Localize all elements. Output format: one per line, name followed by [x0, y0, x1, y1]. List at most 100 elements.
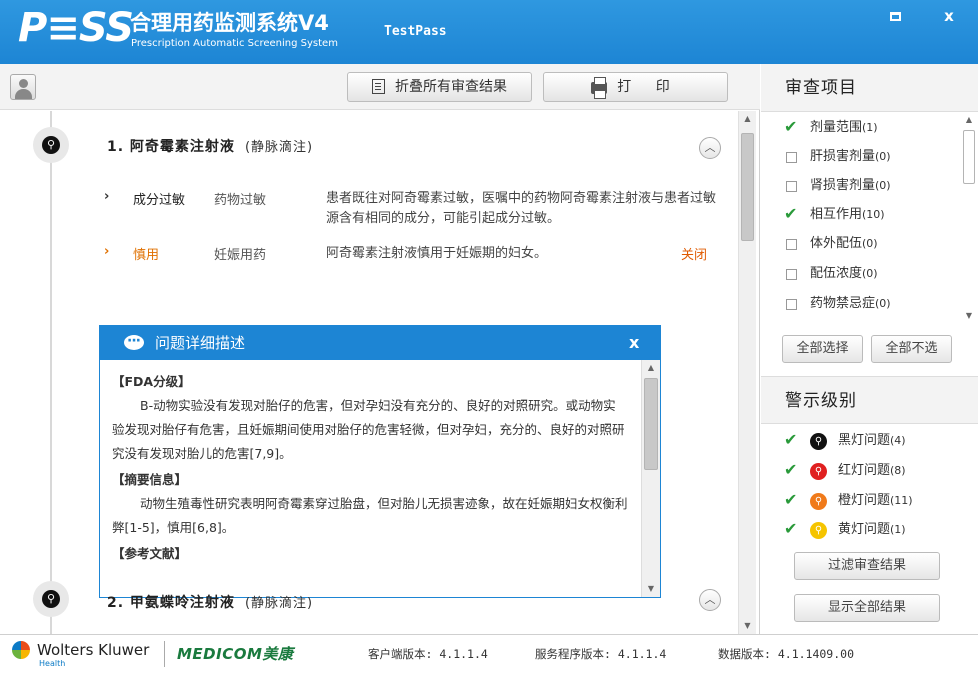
server-version: 服务程序版本: 4.1.1.4	[535, 647, 667, 661]
app-logo: P≡SS	[18, 5, 134, 51]
filter-results-button[interactable]: 过滤审查结果	[794, 552, 940, 580]
scroll-up-icon[interactable]: ▲	[961, 112, 977, 128]
collapse-all-label: 折叠所有审查结果	[395, 79, 507, 95]
wolters-kluwer-name: Wolters Kluwer	[37, 641, 150, 659]
checkbox[interactable]	[784, 430, 797, 450]
scroll-up-icon[interactable]: ▲	[642, 360, 660, 376]
popup-scrollbar[interactable]: ▲ ▼	[641, 360, 660, 597]
scrollbar-thumb[interactable]	[741, 133, 754, 241]
wolters-kluwer-logo-icon	[12, 641, 30, 659]
item-label: 黄灯问题	[838, 522, 891, 537]
item-count: (0)	[862, 237, 878, 250]
print-button[interactable]: 打 印	[543, 72, 728, 102]
yellow-light-icon: ⚲	[810, 522, 827, 539]
black-light-icon: ⚲	[42, 590, 60, 608]
scroll-down-icon[interactable]: ▼	[961, 308, 977, 324]
app-subtitle: Prescription Automatic Screening System	[131, 38, 338, 49]
item-label: 黑灯问题	[838, 433, 891, 448]
level-label: 黄灯问题(1)	[838, 520, 906, 540]
collapse-all-button[interactable]: 折叠所有审查结果	[347, 72, 532, 102]
checkbox[interactable]	[786, 152, 797, 163]
printer-icon	[591, 77, 608, 99]
medicom-logo: MEDICOM美康	[177, 645, 294, 663]
item-label: 肾损害剂量	[810, 178, 876, 193]
summary-heading: 【摘要信息】	[112, 472, 188, 487]
close-detail-link[interactable]: 关闭	[681, 244, 707, 263]
item-label: 体外配伍	[810, 236, 863, 251]
collapse-drug-2-button[interactable]: ︿	[699, 589, 721, 611]
scrollbar-thumb[interactable]	[963, 130, 975, 184]
review-item-label: 体外配伍(0)	[810, 234, 878, 254]
scrollbar-thumb[interactable]	[644, 378, 658, 470]
checkbox[interactable]	[784, 519, 797, 539]
show-all-results-button[interactable]: 显示全部结果	[794, 594, 940, 622]
review-item-label: 剂量范围(1)	[810, 118, 878, 138]
item-count: (0)	[875, 150, 891, 163]
patient-avatar-button[interactable]	[10, 74, 36, 100]
issue-description: 阿奇霉素注射液慎用于妊娠期的妇女。	[326, 246, 548, 261]
issue-type: 慎用	[133, 248, 160, 263]
level-node-drug-1: ⚲	[33, 127, 69, 163]
maximize-icon	[889, 12, 901, 21]
avatar-icon	[19, 79, 28, 88]
level-label: 黑灯问题(4)	[838, 431, 906, 451]
scroll-down-icon[interactable]: ▼	[642, 581, 660, 597]
red-light-icon: ⚲	[810, 463, 827, 480]
review-item-label: 药物禁忌症(0)	[810, 294, 891, 314]
chevron-up-icon: ︿	[704, 593, 716, 606]
checkbox[interactable]	[784, 460, 797, 480]
issue-detail-popup: 问题详细描述 x 【FDA分级】 B-动物实验没有发现对胎仔的危害，但对孕妇没有…	[99, 324, 661, 598]
maximize-button[interactable]	[876, 0, 914, 34]
filter-pane: 审查项目 剂量范围(1) 肝损害剂量(0) 肾损害剂量(0) 相互作用(10) …	[761, 64, 978, 634]
item-count: (11)	[890, 494, 913, 507]
item-count: (1)	[890, 523, 906, 536]
item-count: (1)	[862, 121, 878, 134]
orange-light-icon: ⚲	[810, 493, 827, 510]
item-count: (0)	[875, 179, 891, 192]
scroll-up-icon[interactable]: ▲	[739, 111, 756, 127]
drug-route: (静脉滴注)	[244, 140, 314, 155]
chat-bubble-icon	[124, 324, 144, 358]
warning-levels-heading: 警示级别	[761, 376, 978, 424]
drug-title-2: 2. 甲氨蝶呤注射液 (静脉滴注)	[107, 592, 313, 612]
fda-text: B-动物实验没有发现对胎仔的危害，但对孕妇没有充分的、良好的对照研究。或动物实验…	[112, 398, 625, 461]
item-label: 配伍浓度	[810, 266, 863, 281]
checkbox[interactable]	[784, 490, 797, 510]
timeline-line	[50, 111, 52, 634]
item-label: 红灯问题	[838, 463, 891, 478]
review-items-scrollbar[interactable]: ▲ ▼	[961, 112, 977, 326]
drug-route: (静脉滴注)	[244, 596, 314, 611]
checkbox[interactable]	[786, 299, 797, 310]
fda-heading: 【FDA分级】	[112, 374, 191, 389]
wolters-kluwer-sub: Health	[39, 659, 66, 668]
pass-window: P≡SS 合理用药监测系统V4 Prescription Automatic S…	[0, 0, 978, 673]
checkbox[interactable]	[786, 239, 797, 250]
chevron-right-icon: ›	[104, 189, 110, 204]
popup-close-button[interactable]: x	[629, 326, 639, 360]
issue-subtype: 妊娠用药	[214, 248, 267, 263]
popup-title: 问题详细描述	[155, 334, 246, 352]
document-icon	[372, 79, 385, 94]
checkbox[interactable]	[786, 181, 797, 192]
select-all-button[interactable]: 全部选择	[782, 335, 863, 363]
checkbox[interactable]	[786, 269, 797, 280]
scroll-down-icon[interactable]: ▼	[739, 618, 756, 634]
close-button[interactable]: x	[930, 0, 968, 34]
select-none-button[interactable]: 全部不选	[871, 335, 952, 363]
checkbox[interactable]	[784, 117, 797, 137]
item-count: (0)	[875, 297, 891, 310]
avatar-icon-body	[15, 89, 32, 99]
summary-text: 动物生殖毒性研究表明阿奇霉素穿过胎盘，但对胎儿无损害迹象，故在妊娠期妇女权衡利弊…	[112, 496, 628, 535]
checkbox[interactable]	[784, 204, 797, 224]
item-label: 药物禁忌症	[810, 296, 876, 311]
collapse-drug-1-button[interactable]: ︿	[699, 137, 721, 159]
divider	[164, 641, 165, 667]
issue-description: 患者既往对阿奇霉素过敏，医嘱中的药物阿奇霉素注射液与患者过敏源含有相同的成分，可…	[326, 191, 717, 226]
app-title: 合理用药监测系统V4	[130, 11, 329, 35]
drug-name: 1. 阿奇霉素注射液	[107, 139, 235, 155]
popup-header: 问题详细描述 x	[100, 324, 660, 360]
item-label: 相互作用	[810, 207, 863, 222]
drug-name: 2. 甲氨蝶呤注射液	[107, 595, 235, 611]
level-node-drug-2: ⚲	[33, 581, 69, 617]
results-scrollbar[interactable]: ▲ ▼	[738, 111, 756, 634]
